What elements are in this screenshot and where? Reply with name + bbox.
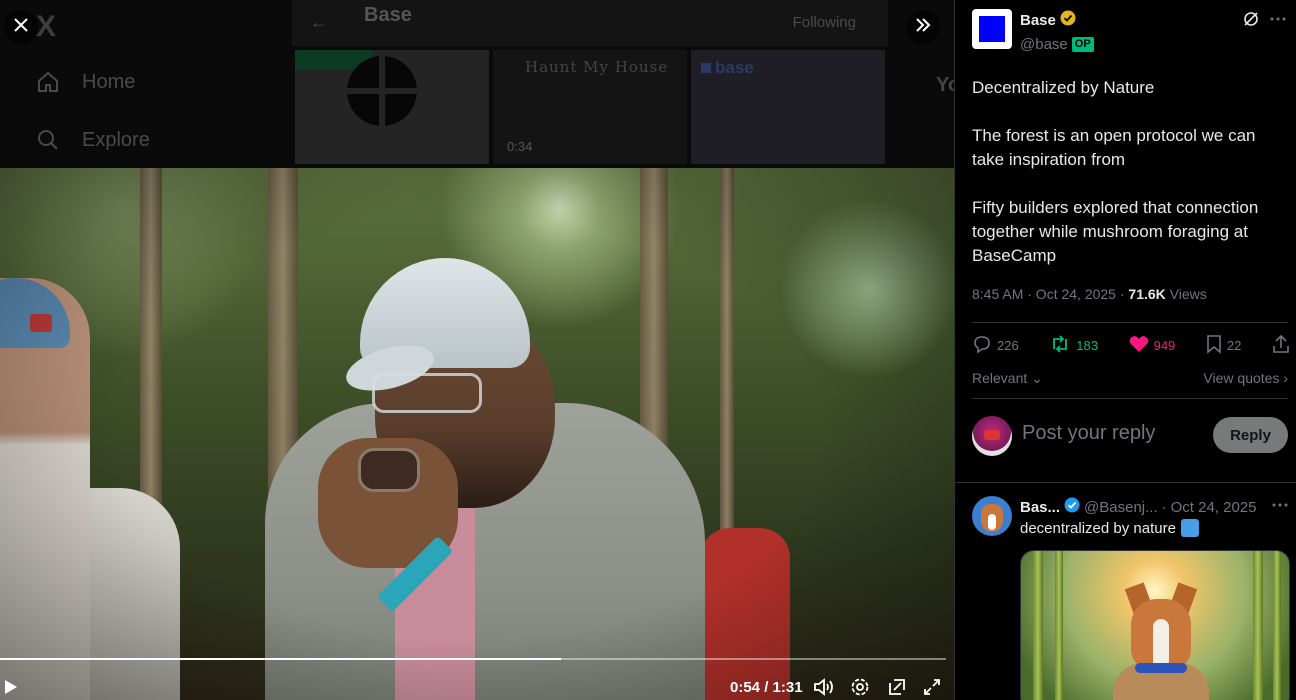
reply-author-handle[interactable]: @Basenj... [1084, 499, 1158, 516]
tweet-top-icons [1242, 10, 1286, 33]
tweet-paragraph: The forest is an open protocol we can ta… [972, 126, 1256, 169]
reply-submit-button[interactable]: Reply [1213, 417, 1288, 453]
base-square-icon [701, 63, 711, 73]
more-icon[interactable] [1270, 10, 1286, 33]
media-viewer: X Home Explore ← Base Following Haunt My… [0, 0, 954, 700]
author-name-row[interactable]: Base [1020, 10, 1076, 30]
nav-label-explore: Explore [82, 128, 150, 151]
volume-icon[interactable] [813, 676, 835, 698]
share-button[interactable] [1272, 334, 1290, 357]
views-count: 71.6K [1128, 286, 1166, 302]
search-icon [36, 128, 60, 152]
nav-item-home: Home [36, 70, 135, 94]
following-label: Following [792, 14, 856, 31]
reply-header: Bas... @Basenj... · Oct 24, 2025 [1020, 497, 1290, 517]
separator: · [1161, 498, 1167, 516]
play-icon[interactable] [0, 676, 22, 698]
media-tile: Haunt My House 0:34 [493, 50, 687, 164]
reply-count: 226 [997, 338, 1019, 353]
tweet-text: Decentralized by Nature The forest is an… [972, 76, 1284, 292]
x-logo: X [36, 10, 57, 43]
reply-text: decentralized by nature [1020, 519, 1176, 537]
reply-icon [972, 334, 992, 357]
video-controls: 0:54 / 1:31 [0, 670, 954, 700]
repost-button[interactable]: 183 [1049, 334, 1098, 357]
reply-image[interactable] [1020, 550, 1290, 700]
nav-item-explore: Explore [36, 128, 150, 152]
grok-icon[interactable] [1242, 10, 1260, 33]
reply-input[interactable]: Post your reply [1022, 422, 1155, 445]
author-handle[interactable]: @base [1020, 36, 1068, 53]
fullscreen-icon[interactable] [921, 676, 943, 698]
reply-sort-row: Relevant ⌄ View quotes › [972, 370, 1288, 387]
tweet-timestamp[interactable]: 8:45 AM · Oct 24, 2025 · [972, 286, 1128, 302]
video-progress-bar[interactable] [0, 658, 946, 660]
like-count: 949 [1153, 338, 1176, 353]
reply-text-row: decentralized by nature [1020, 519, 1199, 537]
avatar[interactable] [972, 9, 1012, 49]
divider [972, 322, 1288, 323]
toggle-panel-button[interactable] [906, 10, 940, 44]
sort-dropdown[interactable]: Relevant ⌄ [972, 370, 1043, 387]
tile-duration: 0:34 [507, 139, 533, 154]
bookmark-button[interactable]: 22 [1206, 334, 1241, 357]
media-tile: base [691, 50, 885, 164]
avatar[interactable] [972, 496, 1012, 536]
tweet-meta: 8:45 AM · Oct 24, 2025 · 71.6K Views [972, 286, 1207, 302]
tweet-paragraph: Decentralized by Nature [972, 78, 1155, 97]
like-button[interactable]: 949 [1129, 335, 1176, 356]
tile-title: Haunt My House [525, 58, 669, 76]
more-icon[interactable] [1272, 496, 1288, 519]
video-time: 0:54 / 1:31 [730, 679, 803, 696]
media-tile [295, 50, 489, 164]
author-name[interactable]: Base [1020, 12, 1056, 29]
pip-icon[interactable] [886, 676, 908, 698]
logo-mark [347, 56, 417, 126]
chevron-down-icon: ⌄ [1027, 370, 1043, 386]
back-arrow-icon: ← [310, 12, 328, 32]
close-icon [13, 17, 29, 38]
avatar[interactable] [972, 416, 1012, 456]
view-quotes-label: View quotes [1203, 370, 1280, 386]
tweet-panel: Base @base OP Decentralized by Nature Th… [954, 0, 1296, 700]
author-handle-row: @base OP [1020, 36, 1094, 53]
close-button[interactable] [4, 10, 38, 44]
bookmark-count: 22 [1226, 338, 1242, 353]
verified-icon [1064, 497, 1080, 517]
share-icon [1272, 334, 1290, 357]
reply-composer: Post your reply Reply [972, 416, 1288, 456]
divider [972, 398, 1288, 399]
tweet-paragraph: Fifty builders explored that connection … [972, 198, 1259, 265]
reply-date[interactable]: Oct 24, 2025 [1171, 499, 1257, 516]
tweet-actions: 226 183 949 22 [972, 334, 1290, 357]
profile-name: Base [364, 4, 412, 26]
home-icon [36, 70, 60, 94]
base-logo-icon [979, 16, 1005, 42]
heart-icon [1129, 335, 1149, 356]
reply-author-name[interactable]: Bas... [1020, 499, 1060, 516]
background-timeline: X Home Explore ← Base Following Haunt My… [0, 0, 954, 168]
video-progress-fill [0, 658, 561, 660]
tile-title: base [715, 58, 754, 77]
profile-header: ← Base Following [292, 0, 888, 46]
video-frame[interactable] [0, 168, 954, 700]
sort-label: Relevant [972, 370, 1028, 386]
bookmark-icon [1206, 334, 1222, 357]
chevron-double-right-icon [914, 17, 932, 38]
cut-off-text: Yo [936, 74, 954, 96]
verified-gold-icon [1060, 10, 1076, 30]
settings-icon[interactable] [849, 676, 871, 698]
op-badge: OP [1071, 37, 1094, 52]
repost-icon [1049, 334, 1071, 357]
reply-button[interactable]: 226 [972, 334, 1019, 357]
blue-square-emoji-icon [1180, 519, 1199, 537]
view-quotes-link[interactable]: View quotes › [1203, 370, 1288, 387]
repost-count: 183 [1076, 338, 1098, 353]
nav-label-home: Home [82, 70, 136, 93]
views-label: Views [1165, 286, 1207, 302]
chevron-right-icon: › [1279, 370, 1288, 386]
divider [955, 482, 1296, 483]
dog-illustration [1131, 599, 1191, 671]
